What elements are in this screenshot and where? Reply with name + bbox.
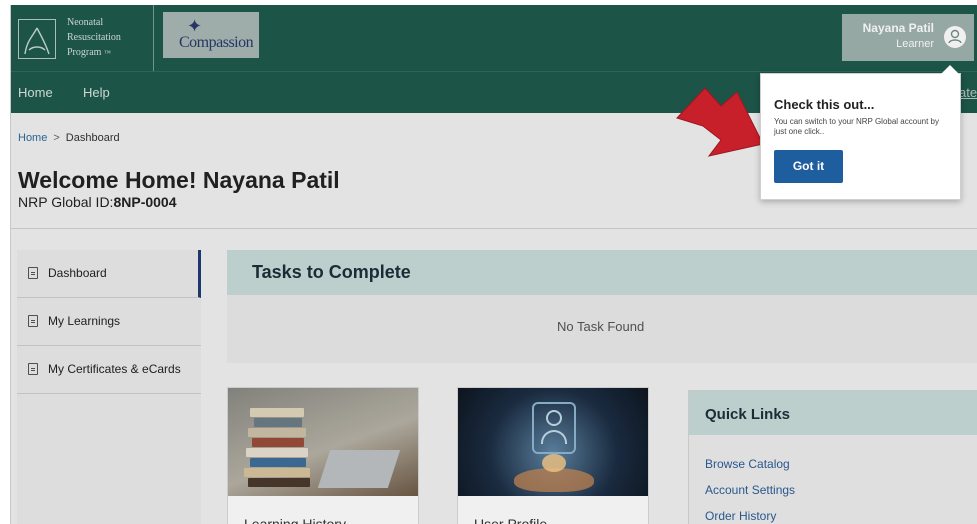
nrp-logo-line1: Neonatal (67, 17, 104, 28)
global-id-value: 8NP-0004 (113, 194, 177, 210)
nrp-logo-line2: Resuscitation (67, 32, 121, 43)
avatar-icon (944, 26, 966, 48)
books-laptop-image (228, 388, 418, 496)
breadcrumb: Home > Dashboard (18, 132, 120, 144)
link-browse-catalog[interactable]: Browse Catalog (705, 457, 790, 471)
tasks-title: Tasks to Complete (252, 262, 411, 282)
compassion-logo-text: Compassion (179, 34, 254, 51)
sidebar-item-dashboard[interactable]: Dashboard (17, 250, 201, 298)
tasks-header: Tasks to Complete (227, 250, 977, 295)
quick-links-panel: Quick Links Browse Catalog Account Setti… (688, 390, 977, 524)
sidebar-item-certificates[interactable]: My Certificates & eCards (17, 346, 201, 394)
user-profile-card[interactable]: User Profile (457, 387, 649, 524)
nav-home[interactable]: Home (18, 85, 53, 100)
link-order-history[interactable]: Order History (705, 509, 776, 523)
popover-body: You can switch to your NRP Global accoun… (774, 117, 939, 136)
popover-title: Check this out... (774, 97, 875, 112)
red-arrow-icon (676, 87, 764, 157)
nrp-logo-tm: ™ (103, 49, 111, 57)
sidebar-item-my-learnings[interactable]: My Learnings (17, 298, 201, 346)
compassion-logo[interactable]: ✦ Compassion (163, 12, 259, 58)
quick-links-header: Quick Links (689, 391, 977, 435)
user-profile-image (458, 388, 648, 496)
user-menu[interactable]: Nayana Patil Learner (842, 14, 974, 61)
nrp-logo[interactable]: Neonatal Resuscitation Program ™ (11, 5, 154, 71)
quick-links-title: Quick Links (705, 406, 791, 423)
sidebar: Dashboard My Learnings My Certificates &… (17, 250, 201, 524)
document-icon (28, 315, 38, 327)
user-name: Nayana Patil (862, 21, 934, 35)
sidebar-item-label: My Certificates & eCards (48, 362, 181, 376)
top-header: Neonatal Resuscitation Program ™ ✦ Compa… (11, 5, 977, 71)
link-account-settings[interactable]: Account Settings (705, 483, 795, 497)
page-title: Welcome Home! Nayana Patil (18, 167, 340, 193)
breadcrumb-home[interactable]: Home (18, 132, 47, 144)
header-divider (11, 228, 977, 229)
tasks-empty-message: No Task Found (557, 319, 645, 334)
global-id: NRP Global ID:8NP-0004 (18, 194, 177, 210)
breadcrumb-current: Dashboard (65, 132, 120, 144)
sidebar-item-label: My Learnings (48, 314, 121, 328)
nrp-logo-line3: Program (67, 47, 102, 58)
user-role: Learner (896, 38, 934, 50)
document-icon (28, 363, 38, 375)
app-frame: Neonatal Resuscitation Program ™ ✦ Compa… (10, 5, 977, 524)
card-title: Learning History (244, 516, 346, 524)
tour-popover: Check this out... You can switch to your… (760, 65, 961, 200)
card-title: User Profile (474, 516, 548, 524)
nrp-logo-text: Neonatal Resuscitation Program ™ (67, 15, 121, 61)
breadcrumb-separator: > (53, 132, 60, 144)
nav-link-partial[interactable]: ate (959, 85, 977, 100)
nav-help[interactable]: Help (83, 85, 110, 100)
tasks-panel: No Task Found (227, 295, 977, 363)
global-id-label: NRP Global ID: (18, 194, 114, 210)
nrp-mark-icon (18, 19, 56, 59)
got-it-button[interactable]: Got it (774, 150, 843, 183)
document-icon (28, 267, 38, 279)
sidebar-item-label: Dashboard (48, 266, 107, 280)
learning-history-card[interactable]: Learning History (227, 387, 419, 524)
